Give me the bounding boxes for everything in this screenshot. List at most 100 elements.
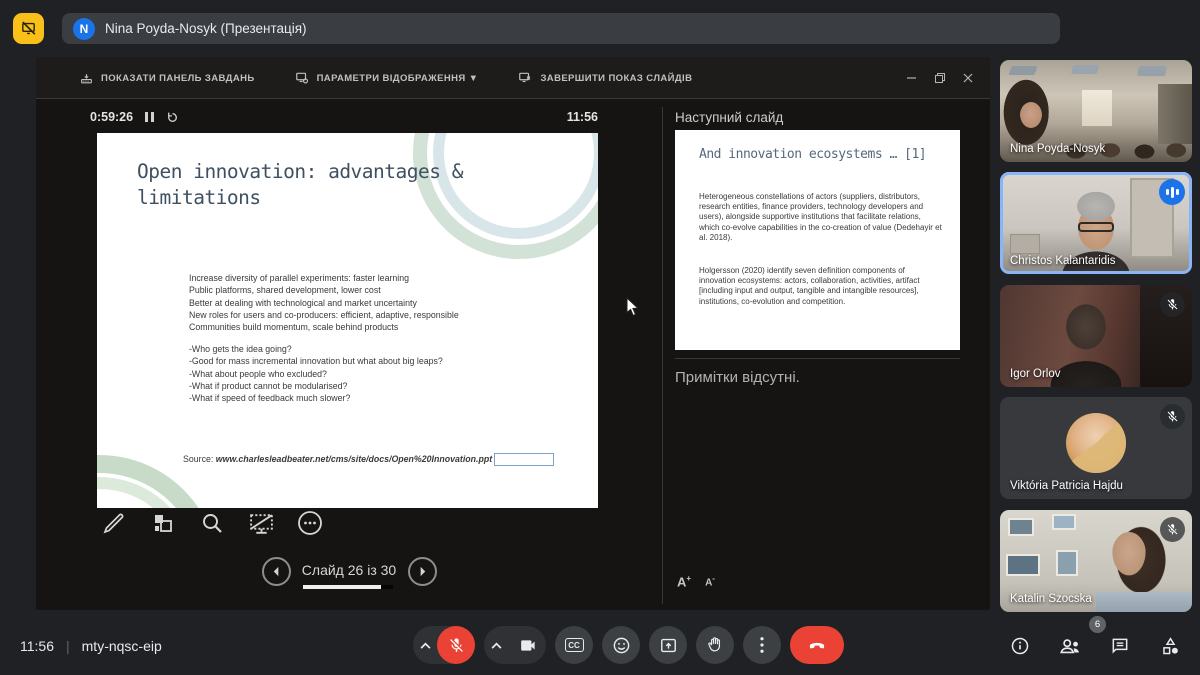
current-slide[interactable]: Open innovation: advantages & limitation… [97,133,598,508]
next-slide-paragraph: Holgersson (2020) identify seven definit… [699,266,920,306]
participant-name: Katalin Szocska [1010,593,1092,605]
decrease-font-button[interactable]: A- [705,574,715,589]
reactions-button[interactable] [602,626,640,664]
powerpoint-presenter-window: ПОКАЗАТИ ПАНЕЛЬ ЗАВДАНЬ ПАРАМЕТРИ ВІДОБР… [36,57,990,610]
next-slide-title: And innovation ecosystems … [1] [699,147,927,162]
next-slide-button[interactable] [408,557,437,586]
participant-tile-viktoria[interactable]: Viktória Patricia Hajdu [1000,397,1192,499]
see-all-slides-button[interactable] [149,509,177,537]
video-frame [1112,532,1146,576]
present-button[interactable] [649,626,687,664]
participant-name: Igor Orlov [1010,368,1061,380]
separator: | [66,638,70,654]
activities-button[interactable] [1158,634,1182,658]
clock: 11:56 [566,110,598,124]
participants-count-badge: 6 [1089,616,1106,633]
meeting-details-button[interactable] [1008,634,1032,658]
people-icon [1060,639,1079,654]
show-taskbar-button[interactable]: ПОКАЗАТИ ПАНЕЛЬ ЗАВДАНЬ [80,72,255,85]
picture-frame [1008,518,1034,536]
slide-title: Open innovation: advantages & limitation… [137,160,463,209]
avatar-hair [1066,413,1126,473]
end-slideshow-button[interactable]: ЗАВЕРШИТИ ПОКАЗ СЛАЙДІВ [518,71,692,85]
slide-text-line: Public platforms, shared development, lo… [189,285,381,296]
pause-timer-button[interactable] [145,112,155,122]
slide-source-line: Source: www.charlesleadbeater.net/cms/si… [183,453,555,466]
slide-text-line: New roles for users and co-producers: ef… [189,309,459,320]
restore-icon [935,73,945,83]
mic-muted-icon [1160,292,1185,317]
restart-timer-button[interactable] [166,111,179,124]
camera-icon [520,639,535,651]
display-options-button[interactable]: ПАРАМЕТРИ ВІДОБРАЖЕННЯ ▼ [295,71,479,85]
notes-divider [675,358,960,359]
display-options-label: ПАРАМЕТРИ ВІДОБРАЖЕННЯ ▼ [316,72,479,84]
minimize-button[interactable] [898,65,926,91]
source-prefix: Source: [183,453,216,464]
presenter-name-label: Nina Poyda-Nosyk (Презентація) [105,21,307,36]
restore-button[interactable] [926,65,954,91]
mic-mute-button[interactable] [437,626,475,664]
participant-tile-nina[interactable]: Nina Poyda-Nosyk [1000,60,1192,162]
slide-counter-label: Слайд 26 із 30 [301,562,397,578]
camera-options-chevron[interactable] [484,626,508,664]
ellipsis-icon [298,511,322,535]
camera-control-group [484,626,546,664]
next-slide-paragraph: Heterogeneous constellations of actors (… [699,192,942,242]
mouse-cursor [626,297,639,317]
source-url: www.charlesleadbeater.net/cms/site/docs/… [215,453,493,464]
shapes-icon [1162,636,1178,654]
chevron-up-icon [491,642,501,649]
stop-presenting-button[interactable] [13,13,44,44]
participant-tile-katalin[interactable]: Katalin Szocska [1000,510,1192,612]
empty-text-box[interactable] [494,453,555,466]
presenter-tools [100,509,324,537]
video-frame [1137,66,1167,76]
mic-options-chevron[interactable] [413,626,437,664]
slide-limitations-list: -Who gets the idea going? -Good for mass… [189,343,589,404]
video-frame [1082,90,1112,126]
video-frame [1096,592,1192,612]
presented-screen-label[interactable]: N Nina Poyda-Nosyk (Презентація) [62,13,1060,44]
mic-muted-icon [1160,517,1185,542]
camera-button[interactable] [508,626,546,664]
slideshow-progress-bar [303,585,393,589]
pen-tool-button[interactable] [100,509,128,537]
meeting-code: mty-nqsc-eip [81,638,162,654]
slide-text-line: -Who gets the idea going? [189,344,292,354]
close-icon [963,73,973,83]
more-options-button[interactable] [743,626,781,664]
chevron-up-icon [420,642,430,649]
slide-text-line: Increase diversity of parallel experimen… [189,273,410,283]
picture-frame [1056,550,1078,576]
black-screen-button[interactable] [247,509,275,537]
zoom-slide-button[interactable] [198,509,226,537]
pen-icon [103,513,124,534]
slide-text-line: -Good for mass incremental innovation bu… [189,356,443,367]
video-frame [1158,84,1192,144]
slideshow-progress-fill [303,585,382,589]
participant-name: Christos Kalantaridis [1010,255,1116,267]
slideshow-timer: 0:59:26 [90,110,179,124]
participant-tile-christos[interactable]: Christos Kalantaridis [1000,172,1192,274]
previous-slide-button[interactable] [262,557,291,586]
emoji-icon [613,637,629,653]
captions-button[interactable]: CC [555,626,593,664]
increase-font-button[interactable]: A+ [677,574,691,589]
slide-text-line: -What if product cannot be modularised? [189,380,348,391]
next-slide-preview[interactable]: And innovation ecosystems … [1] Heteroge… [675,130,960,350]
close-button[interactable] [954,65,982,91]
show-participants-button[interactable] [1058,634,1082,658]
mic-off-icon [449,637,463,652]
raise-hand-button[interactable] [696,626,734,664]
presenter-toolbar: ПОКАЗАТИ ПАНЕЛЬ ЗАВДАНЬ ПАРАМЕТРИ ВІДОБР… [36,57,990,99]
slide-text-line: -What if speed of feedback much slower? [189,393,351,404]
chat-button[interactable] [1108,634,1132,658]
meet-top-bar: N Nina Poyda-Nosyk (Презентація) [0,0,1200,56]
more-slideshow-options-button[interactable] [296,509,324,537]
participant-tile-igor[interactable]: Igor Orlov [1000,285,1192,387]
slide-text-line: Communities build momentum, scale behind… [189,322,399,333]
info-icon [1011,637,1029,655]
end-call-button[interactable] [790,626,844,664]
present-screen-icon [660,638,676,652]
